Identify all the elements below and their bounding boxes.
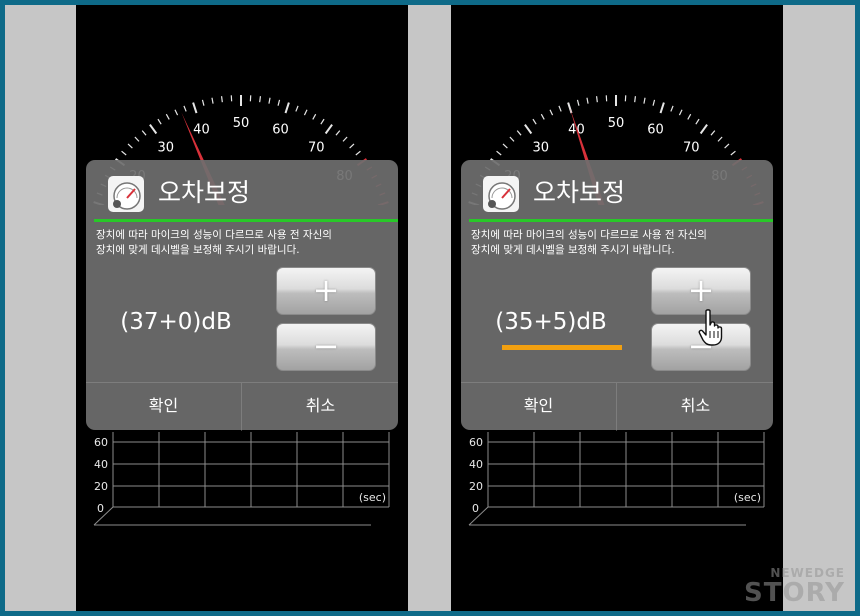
decibel-value-display: (37+0)dB: [120, 309, 232, 335]
cancel-button[interactable]: 취소: [243, 383, 398, 431]
increase-button[interactable]: +: [651, 267, 751, 315]
gauge-app-icon: [483, 176, 519, 212]
dialog-description: 장치에 따라 마이크의 성능이 다르므로 사용 전 자신의 장치에 맞게 데시벨…: [471, 228, 767, 258]
description-line: 장치에 따라 마이크의 성능이 다르므로 사용 전 자신의: [471, 229, 707, 241]
graph-y-label: 40: [469, 458, 483, 471]
dialog-title: 오차보정: [158, 178, 251, 207]
graph-y-label: 60: [469, 436, 483, 449]
title-divider: [469, 219, 773, 222]
graph-y-label: 0: [472, 502, 479, 515]
watermark-line: STORY: [744, 578, 845, 608]
phone-screen-right: 20 30 40 50 60 70 80 10 90 100: [451, 5, 783, 611]
error-correction-dialog: 오차보정 장치에 따라 마이크의 성능이 다르므로 사용 전 자신의 장치에 맞…: [86, 160, 398, 431]
title-divider: [94, 219, 398, 222]
description-line: 장치에 맞게 데시벨을 보정해 주시기 바랍니다.: [471, 244, 675, 256]
graph-unit-label: (sec): [359, 491, 386, 504]
graph-y-label: 20: [469, 480, 483, 493]
error-correction-dialog: 오차보정 장치에 따라 마이크의 성능이 다르므로 사용 전 자신의 장치에 맞…: [461, 160, 773, 431]
dialog-description: 장치에 따라 마이크의 성능이 다르므로 사용 전 자신의 장치에 맞게 데시벨…: [96, 228, 392, 258]
graph-y-label: 60: [94, 436, 108, 449]
cancel-button[interactable]: 취소: [618, 383, 773, 431]
increase-button[interactable]: +: [276, 267, 376, 315]
graph-y-label: 40: [94, 458, 108, 471]
graph-y-label: 0: [97, 502, 104, 515]
graph-y-label: 20: [94, 480, 108, 493]
description-line: 장치에 맞게 데시벨을 보정해 주시기 바랍니다.: [96, 244, 300, 256]
dialog-footer: 확인 취소: [461, 382, 773, 431]
screenshot-frame: 20 30 40 50 60 70 80 10 90 100: [5, 5, 855, 611]
description-line: 장치에 따라 마이크의 성능이 다르므로 사용 전 자신의: [96, 229, 332, 241]
dialog-title: 오차보정: [533, 178, 626, 207]
confirm-button[interactable]: 확인: [461, 383, 617, 431]
confirm-button[interactable]: 확인: [86, 383, 242, 431]
hand-pointer-cursor-icon: [698, 309, 723, 346]
dialog-footer: 확인 취소: [86, 382, 398, 431]
decrease-button[interactable]: −: [276, 323, 376, 371]
phone-screen-left: 20 30 40 50 60 70 80 10 90 100: [76, 5, 408, 611]
gauge-app-icon: [108, 176, 144, 212]
value-highlight-underline: [502, 345, 622, 350]
graph-unit-label: (sec): [734, 491, 761, 504]
brand-watermark: NEWEDGE STORY: [744, 566, 845, 606]
decibel-value-display: (35+5)dB: [495, 309, 607, 335]
